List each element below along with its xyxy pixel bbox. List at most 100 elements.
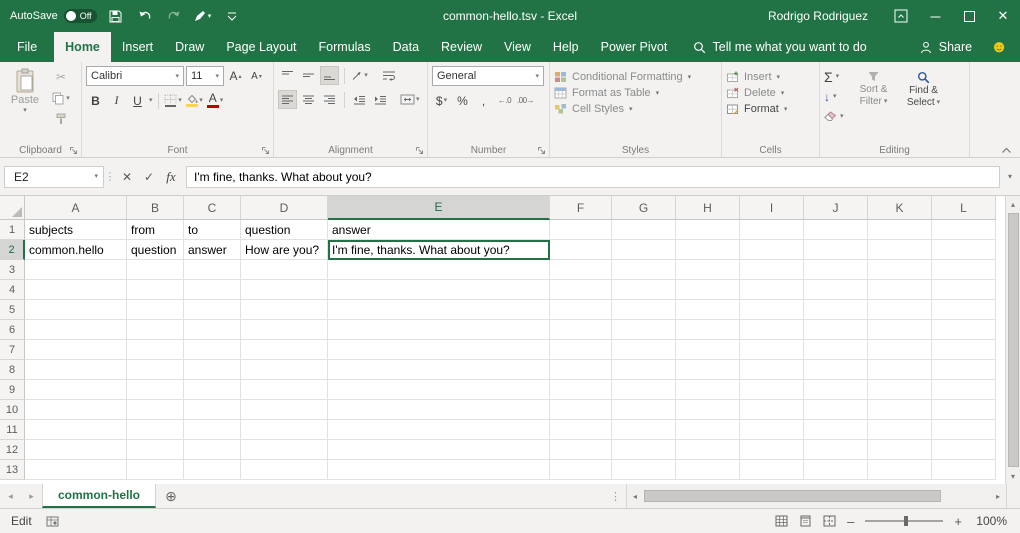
comma-style-button[interactable]: , [474,91,493,110]
cell-K3[interactable] [868,260,932,280]
cut-button[interactable]: ✂ [49,68,73,86]
increase-decimal-button[interactable]: ←.0 [495,91,514,110]
italic-button[interactable]: I [107,91,126,110]
cell-K10[interactable] [868,400,932,420]
cell-F12[interactable] [550,440,612,460]
format-painter-button[interactable] [49,110,73,128]
cell-E13[interactable] [328,460,550,480]
scroll-right-button[interactable]: ▸ [990,492,1006,501]
align-left-button[interactable] [278,90,297,109]
cell-J2[interactable] [804,240,868,260]
cell-I12[interactable] [740,440,804,460]
delete-cells-button[interactable]: Delete ▾ [726,87,815,99]
cell-L12[interactable] [932,440,996,460]
cell-H10[interactable] [676,400,740,420]
cell-F6[interactable] [550,320,612,340]
cell-L3[interactable] [932,260,996,280]
cell-K5[interactable] [868,300,932,320]
cell-C11[interactable] [184,420,241,440]
ribbon-display-options-button[interactable] [884,0,918,32]
cell-D6[interactable] [241,320,328,340]
cell-L9[interactable] [932,380,996,400]
cell-G13[interactable] [612,460,676,480]
cell-G6[interactable] [612,320,676,340]
cell-H7[interactable] [676,340,740,360]
cell-B12[interactable] [127,440,184,460]
tell-me-search[interactable]: Tell me what you want to do [681,32,879,62]
cell-D10[interactable] [241,400,328,420]
cell-G8[interactable] [612,360,676,380]
cell-K2[interactable] [868,240,932,260]
row-header-13[interactable]: 13 [0,460,25,480]
redo-button[interactable] [164,5,184,27]
cell-B4[interactable] [127,280,184,300]
format-as-table-button[interactable]: Format as Table ▾ [554,87,717,99]
cell-F1[interactable] [550,220,612,240]
column-header-E[interactable]: E [328,196,550,220]
font-dialog-launcher[interactable] [261,146,270,155]
cell-E7[interactable] [328,340,550,360]
name-box[interactable]: E2 ▾ [4,166,104,188]
cell-A5[interactable] [25,300,127,320]
feedback-smiley-button[interactable]: ☻ [986,32,1020,62]
cell-C9[interactable] [184,380,241,400]
cell-K12[interactable] [868,440,932,460]
cell-C7[interactable] [184,340,241,360]
scroll-up-button[interactable]: ▴ [1011,196,1015,212]
cell-F8[interactable] [550,360,612,380]
sheet-tab-common-hello[interactable]: common-hello [42,484,156,508]
cell-B10[interactable] [127,400,184,420]
cell-B6[interactable] [127,320,184,340]
cell-I4[interactable] [740,280,804,300]
cell-L1[interactable] [932,220,996,240]
expand-formula-bar-button[interactable]: ▾ [1002,172,1018,181]
cell-E8[interactable] [328,360,550,380]
row-header-9[interactable]: 9 [0,380,25,400]
cell-D9[interactable] [241,380,328,400]
increase-indent-button[interactable] [371,90,390,109]
cell-F4[interactable] [550,280,612,300]
cell-L10[interactable] [932,400,996,420]
cell-I7[interactable] [740,340,804,360]
cell-L5[interactable] [932,300,996,320]
cell-C8[interactable] [184,360,241,380]
undo-button[interactable] [135,5,155,27]
cell-I11[interactable] [740,420,804,440]
cell-J1[interactable] [804,220,868,240]
column-header-C[interactable]: C [184,196,241,220]
cell-F5[interactable] [550,300,612,320]
conditional-formatting-button[interactable]: Conditional Formatting ▾ [554,71,717,83]
close-button[interactable]: ✕ [986,0,1020,32]
cell-C13[interactable] [184,460,241,480]
cell-K8[interactable] [868,360,932,380]
cell-F2[interactable] [550,240,612,260]
cell-J8[interactable] [804,360,868,380]
tab-draw[interactable]: Draw [164,32,215,62]
align-top-button[interactable] [278,66,297,85]
insert-cells-button[interactable]: Insert ▾ [726,71,815,83]
cell-L6[interactable] [932,320,996,340]
cell-A9[interactable] [25,380,127,400]
ink-pen-button[interactable]: ▾ [193,5,213,27]
column-header-D[interactable]: D [241,196,328,220]
cell-I2[interactable] [740,240,804,260]
cell-B5[interactable] [127,300,184,320]
cell-B11[interactable] [127,420,184,440]
cell-I6[interactable] [740,320,804,340]
cell-H9[interactable] [676,380,740,400]
cell-G11[interactable] [612,420,676,440]
cell-C2[interactable]: answer [184,240,241,260]
maximize-button[interactable] [952,0,986,32]
cell-A6[interactable] [25,320,127,340]
cell-J9[interactable] [804,380,868,400]
row-header-11[interactable]: 11 [0,420,25,440]
horizontal-scrollbar[interactable]: ◂ ▸ [626,484,1006,508]
cell-B9[interactable] [127,380,184,400]
wrap-text-button[interactable] [379,66,398,85]
cell-K13[interactable] [868,460,932,480]
cell-D1[interactable]: question [241,220,328,240]
column-header-L[interactable]: L [932,196,996,220]
decrease-font-size-button[interactable]: A▾ [247,67,266,86]
collapse-ribbon-button[interactable] [1001,147,1012,154]
cell-B7[interactable] [127,340,184,360]
